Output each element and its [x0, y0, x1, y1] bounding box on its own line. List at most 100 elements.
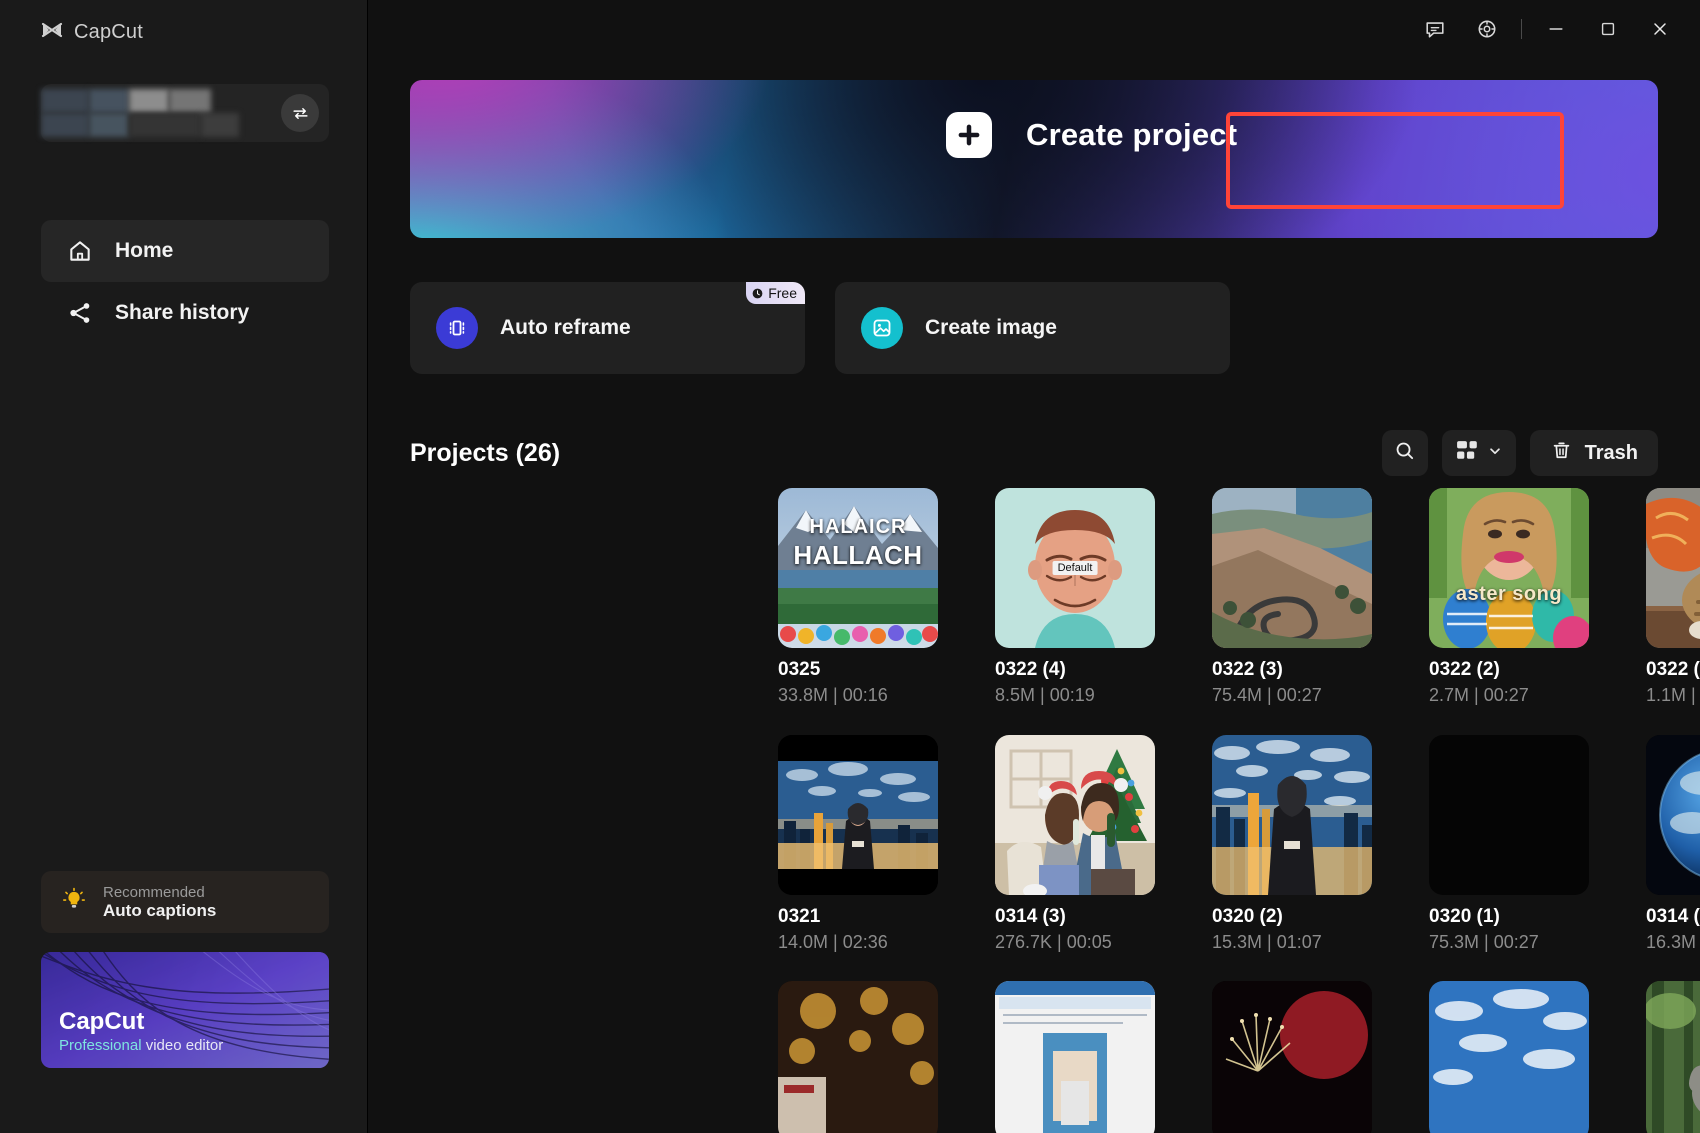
- project-card[interactable]: 0320 (2) 15.3M | 01:07: [1212, 734, 1372, 953]
- trash-icon: [1550, 439, 1573, 467]
- minimize-icon[interactable]: [1530, 6, 1582, 52]
- lightbulb-icon: [61, 887, 87, 918]
- promo-subtitle: Professional video editor: [59, 1037, 223, 1054]
- project-thumbnail[interactable]: [1646, 488, 1700, 648]
- swap-account-icon[interactable]: [281, 94, 319, 132]
- project-card[interactable]: HALAICR HALLACH 0325 33.8M | 00:16: [778, 488, 938, 706]
- thumbnail-overlay-default-chip: Default: [1052, 561, 1098, 575]
- project-thumbnail[interactable]: [1212, 981, 1372, 1133]
- project-thumbnail[interactable]: [1429, 734, 1589, 895]
- sidebar-item-home[interactable]: Home: [41, 220, 329, 282]
- project-meta: 75.3M | 00:27: [1429, 931, 1539, 952]
- close-icon[interactable]: [1634, 6, 1686, 52]
- thumbnail-overlay-text: HALAICR: [809, 516, 907, 538]
- project-thumbnail[interactable]: [1646, 981, 1700, 1133]
- main-content: Create project Auto reframe Free Create …: [368, 0, 1700, 1133]
- project-thumbnail[interactable]: [778, 981, 938, 1133]
- project-thumbnail[interactable]: [1212, 734, 1372, 895]
- capcut-window: CapCut Home Share history Recommended Au…: [0, 0, 1700, 1133]
- create-image-card[interactable]: Create image: [835, 282, 1230, 374]
- titlebar-divider: [1521, 19, 1522, 39]
- thumbnail-overlay-text: aster song: [1455, 583, 1563, 605]
- capcut-pro-promo-card[interactable]: CapCut Professional video editor: [41, 952, 329, 1068]
- project-card[interactable]: 0321 14.0M | 02:36: [778, 734, 938, 953]
- promo-subtitle-accent: Professional: [59, 1037, 142, 1054]
- project-meta: 14.0M | 02:36: [778, 931, 888, 952]
- sidebar-item-home-label: Home: [115, 239, 174, 262]
- project-thumbnail[interactable]: [995, 981, 1155, 1133]
- recommended-title: Auto captions: [103, 900, 217, 920]
- project-meta: 75.4M | 00:27: [1212, 684, 1322, 705]
- project-name: 0314 (5): [1646, 905, 1700, 927]
- auto-reframe-label: Auto reframe: [500, 316, 631, 339]
- free-badge: Free: [746, 282, 805, 304]
- account-chip[interactable]: [41, 84, 329, 142]
- project-card[interactable]: 0322 (1) 1.1M | 00:38: [1646, 488, 1700, 706]
- window-titlebar: [1409, 0, 1700, 58]
- create-project-button[interactable]: Create project: [946, 112, 1237, 158]
- project-card[interactable]: [1646, 981, 1700, 1133]
- project-thumbnail[interactable]: [1212, 488, 1372, 648]
- feedback-icon[interactable]: [1409, 6, 1461, 52]
- sidebar-item-share-history[interactable]: Share history: [41, 282, 329, 344]
- project-meta: 15.3M | 01:07: [1212, 931, 1322, 952]
- capcut-logo-icon: [40, 20, 64, 44]
- project-card[interactable]: [778, 981, 938, 1133]
- sidebar: CapCut Home Share history Recommended Au…: [0, 0, 368, 1133]
- auto-reframe-icon: [436, 307, 478, 349]
- project-thumbnail[interactable]: [1646, 734, 1700, 895]
- project-meta: 2.7M | 00:27: [1429, 684, 1529, 705]
- sidebar-item-share-history-label: Share history: [115, 301, 250, 324]
- auto-reframe-card[interactable]: Auto reframe Free: [410, 282, 805, 374]
- create-image-label: Create image: [925, 316, 1057, 339]
- project-card[interactable]: 0314 (5) 16.3M | 05:17: [1646, 734, 1700, 953]
- account-name-blurred: [41, 89, 241, 137]
- chevron-down-icon: [1488, 444, 1502, 463]
- project-thumbnail[interactable]: HALAICR HALLACH: [778, 488, 938, 648]
- tool-cards: Auto reframe Free Create image: [410, 282, 1230, 374]
- trash-label: Trash: [1584, 441, 1638, 464]
- sidebar-nav: Home Share history: [41, 220, 329, 344]
- image-icon: [861, 307, 903, 349]
- project-name: 0322 (1): [1646, 659, 1700, 680]
- project-thumbnail[interactable]: [995, 734, 1155, 895]
- share-icon: [67, 300, 93, 326]
- thumbnail-overlay-text-2: HALLACH: [793, 540, 923, 570]
- project-card[interactable]: 0320 (1) 75.3M | 00:27: [1429, 734, 1589, 953]
- search-icon: [1393, 439, 1416, 467]
- project-thumbnail[interactable]: Default: [995, 488, 1155, 648]
- project-name: 0320 (2): [1212, 905, 1283, 927]
- project-card[interactable]: 0314 (3) 276.7K | 00:05: [995, 734, 1155, 953]
- settings-icon[interactable]: [1461, 6, 1513, 52]
- project-card[interactable]: aster song 0322 (2) 2.7M | 00:27: [1429, 488, 1589, 706]
- projects-toolbar: Trash: [1381, 430, 1658, 476]
- project-card[interactable]: [1212, 981, 1372, 1133]
- project-card[interactable]: [1429, 981, 1589, 1133]
- maximize-icon[interactable]: [1582, 6, 1634, 52]
- recommended-auto-captions-card[interactable]: Recommended Auto captions: [41, 871, 329, 933]
- project-name: 0322 (4): [995, 659, 1066, 680]
- search-button[interactable]: [1381, 430, 1428, 476]
- project-thumbnail[interactable]: [778, 734, 938, 895]
- recommended-eyebrow: Recommended: [103, 883, 205, 901]
- trash-button[interactable]: Trash: [1529, 430, 1658, 476]
- app-name: CapCut: [74, 20, 144, 43]
- home-icon: [67, 238, 93, 264]
- project-card[interactable]: Default 0322 (4) 8.5M | 00:19: [995, 488, 1155, 706]
- promo-title: CapCut: [59, 1007, 145, 1035]
- project-thumbnail[interactable]: [1429, 981, 1589, 1133]
- project-meta: 33.8M | 00:16: [778, 684, 888, 705]
- app-logo: CapCut: [0, 0, 367, 44]
- project-card[interactable]: [995, 981, 1155, 1133]
- project-name: 0321: [778, 905, 821, 927]
- project-thumbnail[interactable]: aster song: [1429, 488, 1589, 648]
- grid-view-button[interactable]: [1441, 430, 1516, 476]
- project-name: 0314 (3): [995, 905, 1066, 927]
- project-meta: 1.1M | 00:38: [1646, 684, 1700, 705]
- project-meta: 8.5M | 00:19: [995, 684, 1095, 705]
- project-card[interactable]: 0322 (3) 75.4M | 00:27: [1212, 488, 1372, 706]
- project-meta: 276.7K | 00:05: [995, 931, 1112, 952]
- create-project-banner[interactable]: Create project: [410, 80, 1658, 238]
- page-title: Projects (26): [410, 438, 561, 467]
- projects-grid: HALAICR HALLACH 0325 33.8M | 00:16 Defau…: [778, 488, 1700, 1133]
